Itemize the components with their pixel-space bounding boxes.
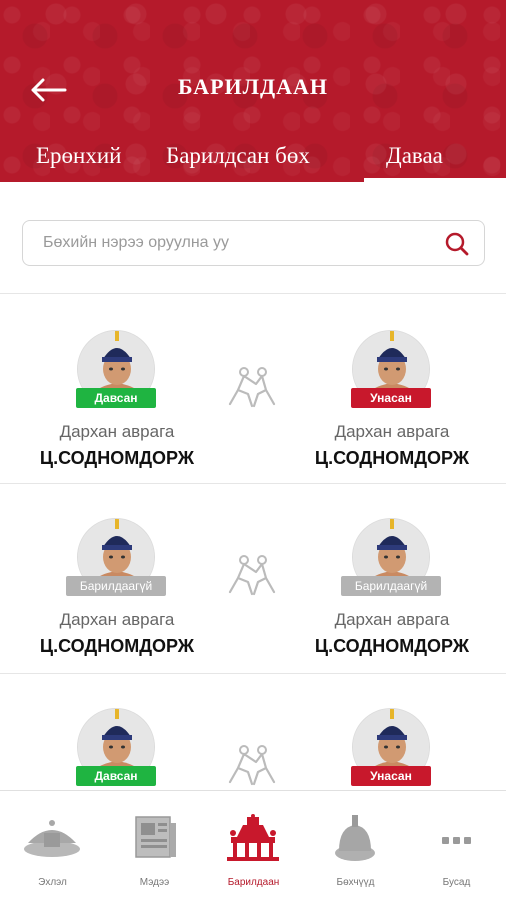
nav-news[interactable]: Мэдээ (104, 791, 205, 900)
palace-icon (227, 814, 279, 861)
nav-wrestlers[interactable]: Бөхчүүд (305, 791, 406, 900)
nav-label: Мэдээ (139, 877, 170, 888)
nav-home[interactable]: Эхлэл (2, 791, 103, 900)
tab-bar: Ерөнхий Барилдсан бөх Даваа (0, 138, 506, 182)
nav-more[interactable]: Бусад (406, 791, 506, 900)
page-title: БАРИЛДААН (177, 74, 329, 99)
search-input[interactable] (43, 221, 443, 265)
search-icon[interactable] (444, 231, 470, 257)
status-badge: Барилдаагүй (66, 576, 166, 596)
nav-wrestling[interactable]: Барилдаан (203, 791, 304, 900)
wrestler-rank: Дархан аврага (59, 422, 175, 441)
app-header: БАРИЛДААН Ерөнхий Барилдсан бөх Даваа (0, 0, 506, 182)
active-tab-indicator (364, 178, 506, 182)
wrestling-vs-icon (228, 745, 276, 786)
nav-label: Бусад (442, 877, 471, 888)
tab-wrestled[interactable]: Барилдсан бөх (166, 138, 310, 182)
status-badge: Давсан (76, 766, 156, 786)
news-icon (135, 816, 176, 858)
match-row[interactable]: Барилдаагүй Дархан аврага Ц.СОДНОМДОРЖ Б… (0, 490, 506, 680)
wrestler-hat-icon (335, 815, 375, 861)
wrestler-card-left[interactable]: Барилдаагүй Дархан аврага Ц.СОДНОМДОРЖ (17, 490, 217, 680)
match-row[interactable]: Давсан Дархан аврага Ц.СОДНОМДОРЖ Унасан… (0, 302, 506, 492)
divider (0, 483, 506, 484)
search-box (22, 220, 485, 266)
bottom-navigation: Эхлэл Мэдээ Барилдаан Бөхчүүд Бусад (0, 790, 506, 900)
status-badge: Унасан (351, 766, 431, 786)
tab-general[interactable]: Ерөнхий (36, 138, 121, 182)
wrestler-rank: Дархан аврага (334, 422, 450, 441)
wrestling-vs-icon (228, 367, 276, 408)
wrestler-card-right[interactable]: Унасан Дархан аврага Ц.СОДНОМДОРЖ (292, 302, 492, 492)
divider (0, 293, 506, 294)
status-badge: Унасан (351, 388, 431, 408)
wrestler-name: Ц.СОДНОМДОРЖ (314, 448, 470, 468)
wrestler-card-right[interactable]: Барилдаагүй Дархан аврага Ц.СОДНОМДОРЖ (292, 490, 492, 680)
wrestler-name: Ц.СОДНОМДОРЖ (314, 636, 470, 656)
wrestler-card-left[interactable]: Давсан Дархан аврага Ц.СОДНОМДОРЖ (17, 302, 217, 492)
home-icon (24, 820, 80, 857)
status-badge: Давсан (76, 388, 156, 408)
wrestler-name: Ц.СОДНОМДОРЖ (39, 636, 195, 656)
wrestler-name: Ц.СОДНОМДОРЖ (39, 448, 195, 468)
nav-label: Барилдаан (227, 877, 280, 888)
nav-label: Бөхчүүд (336, 877, 375, 888)
wrestler-rank: Дархан аврага (59, 610, 175, 629)
tab-round[interactable]: Даваа (386, 138, 443, 182)
nav-label: Эхлэл (38, 877, 67, 888)
more-icon (442, 837, 471, 844)
wrestler-rank: Дархан аврага (334, 610, 450, 629)
status-badge: Барилдаагүй (341, 576, 441, 596)
wrestling-vs-icon (228, 555, 276, 596)
divider (0, 673, 506, 674)
